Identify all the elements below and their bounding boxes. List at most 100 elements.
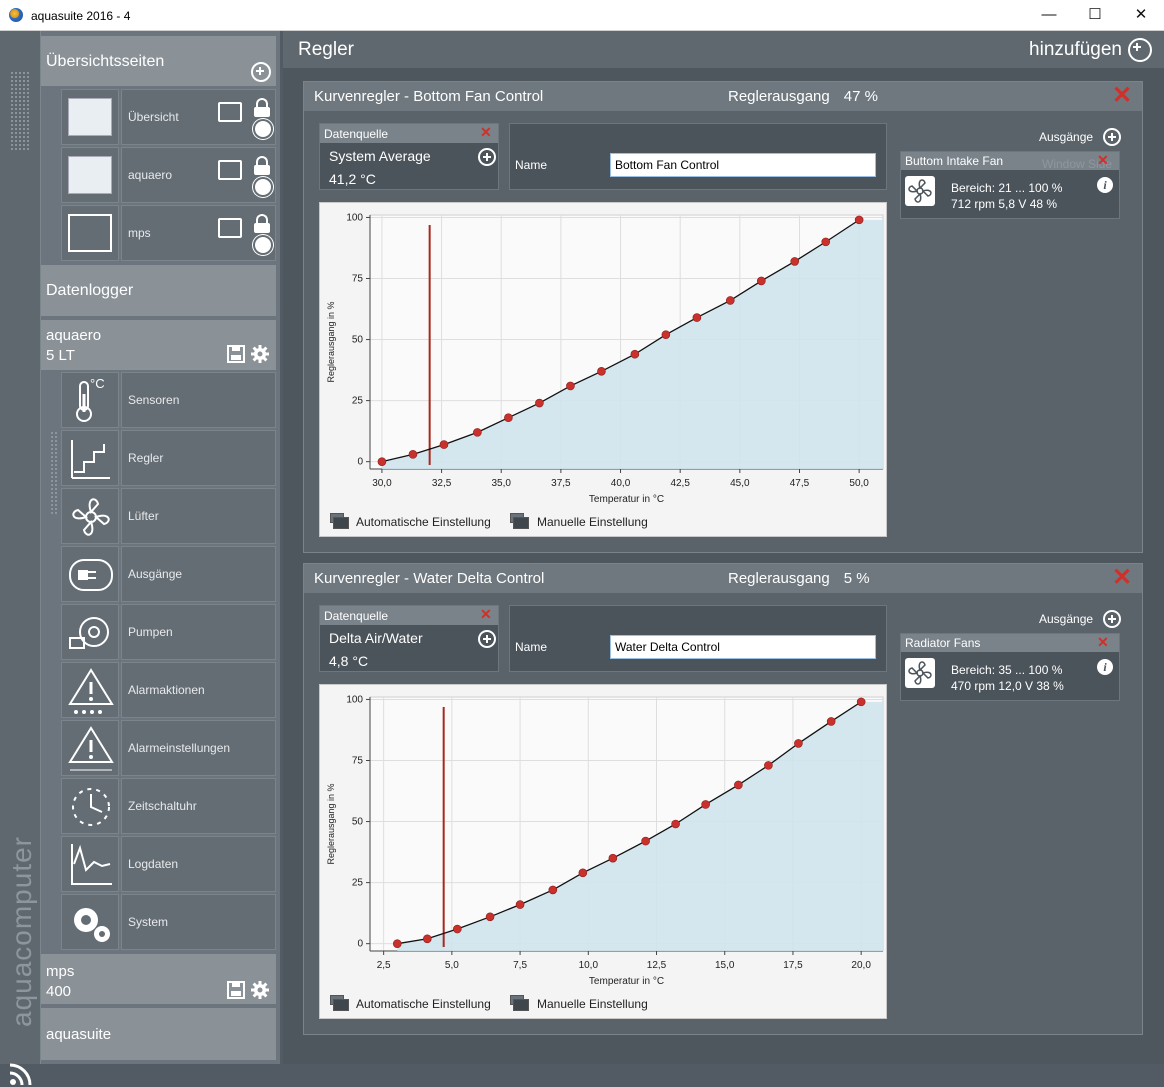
alarm-actions-icon[interactable]	[61, 662, 119, 718]
info-icon[interactable]: i	[1097, 659, 1113, 675]
sidebar-item-zeitschaltuhr[interactable]: Zeitschaltuhr	[121, 778, 276, 834]
monitor-icon[interactable]	[218, 218, 242, 238]
sidebar-item-ausgänge[interactable]: Ausgänge	[121, 546, 276, 602]
minimize-button[interactable]: —	[1026, 0, 1072, 31]
remove-datasource-icon[interactable]: ✕	[480, 607, 492, 621]
controller-name-input[interactable]	[610, 635, 876, 659]
close-button[interactable]: ✕	[1118, 0, 1164, 31]
add-controller-label[interactable]: hinzufügen	[1029, 39, 1122, 61]
pump-icon[interactable]	[61, 604, 119, 660]
sidebar-item-lüfter[interactable]: Lüfter	[121, 488, 276, 544]
sidebar-item-label: Lüfter	[128, 509, 159, 523]
datasource-box: Datenquelle ✕ System Average 41,2 °C	[319, 123, 499, 190]
controller-curve-icon[interactable]	[61, 430, 119, 486]
sidebar-item-pumpen[interactable]: Pumpen	[121, 604, 276, 660]
sidebar-item-regler[interactable]: Regler	[121, 430, 276, 486]
gear-icon[interactable]	[255, 179, 271, 195]
system-gears-glyph	[74, 908, 110, 942]
monitor-icon[interactable]	[218, 160, 242, 180]
sidebar-section-overview[interactable]: Übersichtsseiten	[41, 36, 276, 86]
overview-page-item[interactable]: aquaero	[121, 147, 276, 203]
curve-point	[641, 836, 650, 846]
logdata-graph-icon[interactable]	[61, 836, 119, 892]
curve-point	[485, 912, 495, 922]
add-controller-icon[interactable]	[1128, 38, 1152, 62]
curve-point	[515, 900, 525, 909]
save-icon[interactable]	[227, 345, 245, 363]
remove-output-icon[interactable]: ✕	[1097, 153, 1109, 167]
sidebar-item-datalogger[interactable]: Datenlogger	[41, 265, 276, 316]
output-value: 47 %	[843, 88, 878, 105]
datasource-value: 41,2 °C	[329, 171, 376, 187]
monitor-icon[interactable]	[218, 102, 242, 122]
output-card[interactable]: Radiator Fans ✕ Bereich: 35 ... 100 % 470 r…	[900, 633, 1120, 701]
add-datasource-icon[interactable]	[478, 148, 496, 166]
sidebar-item-system[interactable]: System	[121, 894, 276, 950]
alarm-settings-icon[interactable]	[61, 720, 119, 776]
controller-title: Kurvenregler - Bottom Fan Control	[314, 88, 544, 105]
output-range: Bereich: 35 ... 100 %	[951, 663, 1063, 677]
overview-page-thumbnail-icon[interactable]	[61, 89, 119, 145]
delete-controller-icon[interactable]: ✕	[1112, 84, 1132, 108]
fan-glyph	[908, 661, 932, 685]
add-output-icon[interactable]	[1103, 128, 1121, 146]
fan-icon[interactable]	[61, 488, 119, 544]
sidebar-item-alarmaktionen[interactable]: Alarmaktionen	[121, 662, 276, 718]
x-tick-label: 20,0	[851, 960, 871, 971]
curve-point	[826, 717, 836, 726]
sidebar-item-alarmeinstellungen[interactable]: Alarmeinstellungen	[121, 720, 276, 776]
auto-setting-button[interactable]: Automatische Einstellung	[330, 513, 491, 529]
system-gears-icon[interactable]	[61, 894, 119, 950]
sidebar-device-mps[interactable]: mps 400	[41, 954, 276, 1004]
controller-header: Kurvenregler - Water Delta Control Regler…	[304, 564, 1142, 593]
timer-clock-icon[interactable]	[61, 778, 119, 834]
sidebar-item-label: Regler	[128, 451, 164, 465]
fan-icon	[905, 658, 935, 688]
manual-setting-button[interactable]: Manuelle Einstellung	[510, 513, 648, 529]
datasource-box: Datenquelle ✕ Delta Air/Water 4,8 °C	[319, 605, 499, 672]
sidebar-device-aquaero[interactable]: aquaero 5 LT	[41, 320, 276, 370]
controller-curve-chart[interactable]: 30,0 32,5 35,0 37,5 40,0 42,5 45,0 47,5 50,0 0 25 5…	[319, 202, 887, 537]
maximize-button[interactable]: ☐	[1072, 0, 1118, 31]
manual-setting-button[interactable]: Manuelle Einstellung	[510, 995, 648, 1011]
output-card[interactable]: Buttom Intake Fan Window Side ✕ Bereich: 21…	[900, 151, 1120, 219]
x-tick-label: 47,5	[790, 478, 810, 489]
overview-page-item[interactable]: mps	[121, 205, 276, 261]
remove-output-icon[interactable]: ✕	[1097, 635, 1109, 649]
remove-datasource-icon[interactable]: ✕	[480, 125, 492, 139]
sidebar-item-logdaten[interactable]: Logdaten	[121, 836, 276, 892]
add-datasource-icon[interactable]	[478, 630, 496, 648]
thumbnail-preview	[68, 98, 112, 136]
sidebar-item-aquasuite[interactable]: aquasuite	[41, 1008, 276, 1060]
thumbnail-preview	[68, 156, 112, 194]
overview-page-thumbnail-icon[interactable]	[61, 205, 119, 261]
add-overview-icon[interactable]	[251, 62, 271, 82]
gear-icon[interactable]	[250, 980, 270, 1000]
save-icon[interactable]	[227, 981, 245, 999]
curve-point	[630, 349, 640, 359]
info-icon[interactable]: i	[1097, 177, 1113, 193]
device-name: mps	[46, 963, 75, 980]
gear-icon[interactable]	[255, 237, 271, 253]
sidebar-item-label: aquasuite	[46, 1026, 112, 1043]
overview-page-item[interactable]: Übersicht	[121, 89, 276, 145]
gear-icon[interactable]	[255, 121, 271, 137]
controller-name-input[interactable]	[610, 153, 876, 177]
add-output-icon[interactable]	[1103, 610, 1121, 628]
sidebar-item-sensoren[interactable]: Sensoren	[121, 372, 276, 428]
auto-setting-button[interactable]: Automatische Einstellung	[330, 995, 491, 1011]
window-title: aquasuite 2016 - 4	[31, 9, 131, 23]
delete-controller-icon[interactable]: ✕	[1112, 566, 1132, 590]
plug-icon[interactable]	[61, 546, 119, 602]
fan-icon	[905, 176, 935, 206]
controller-curve-chart[interactable]: 2,5 5,0 7,5 10,0 12,5 15,0 17,5 20,0 0 25 50 75 100 T…	[319, 684, 887, 1019]
y-tick-label: 25	[352, 396, 364, 407]
brand-wordmark: aquacomputer	[6, 835, 37, 1027]
gear-icon[interactable]	[250, 344, 270, 364]
output-name: Radiator Fans	[901, 634, 1119, 652]
y-tick-label: 25	[352, 878, 364, 889]
sidebar-item-label: System	[128, 915, 169, 929]
overview-page-thumbnail-icon[interactable]	[61, 147, 119, 203]
y-tick-label: 75	[352, 756, 364, 767]
thermometer-icon[interactable]: °C	[61, 372, 119, 428]
